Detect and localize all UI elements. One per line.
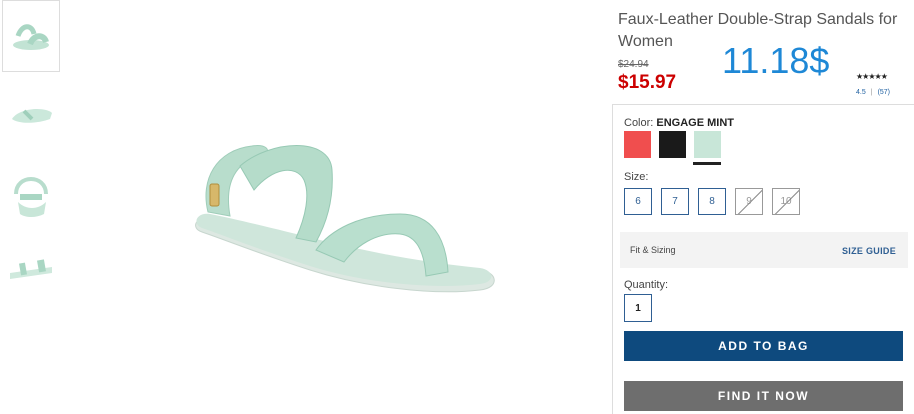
swatch-black[interactable]: [659, 131, 686, 158]
product-page: Faux-Leather Double-Strap Sandals for Wo…: [0, 0, 914, 414]
sale-price: $15.97: [618, 72, 677, 93]
thumb-front-view[interactable]: [2, 78, 60, 150]
color-label: Color: ENGAGE MINT: [624, 117, 734, 129]
swatch-engage-mint[interactable]: [694, 131, 721, 158]
selected-color-name: ENGAGE MINT: [656, 117, 735, 129]
size-label: Size:: [624, 171, 649, 183]
thumb-side-view[interactable]: [2, 0, 60, 72]
selected-swatch-indicator: [693, 162, 721, 165]
original-price: $24.94: [618, 59, 649, 70]
swatch-coral[interactable]: [624, 131, 651, 158]
main-product-image: [180, 120, 510, 320]
overlay-price: 11.18$: [722, 40, 830, 81]
rating-summary[interactable]: 4.5 | (57): [856, 89, 890, 96]
fit-sizing-label: Fit & Sizing: [630, 245, 676, 255]
size-guide-link[interactable]: SIZE GUIDE: [842, 246, 896, 256]
size-option-9-unavailable[interactable]: 9: [735, 188, 763, 215]
rating-stars: ★★★★★: [856, 72, 888, 81]
add-to-bag-button[interactable]: ADD TO BAG: [624, 331, 903, 361]
size-option-6[interactable]: 6: [624, 188, 652, 215]
rating-value: 4.5: [856, 89, 866, 96]
quantity-field[interactable]: 1: [624, 294, 652, 322]
size-option-8[interactable]: 8: [698, 188, 726, 215]
size-option-10-unavailable[interactable]: 10: [772, 188, 800, 215]
color-label-text: Color:: [624, 117, 654, 129]
thumb-back-view[interactable]: [2, 156, 60, 228]
quantity-label: Quantity:: [624, 279, 669, 291]
rating-separator: |: [870, 89, 873, 96]
size-option-7[interactable]: 7: [661, 188, 689, 215]
thumb-top-view[interactable]: [2, 234, 60, 306]
find-it-now-button[interactable]: FIND IT NOW: [624, 381, 903, 411]
rating-count: (57): [877, 89, 891, 96]
